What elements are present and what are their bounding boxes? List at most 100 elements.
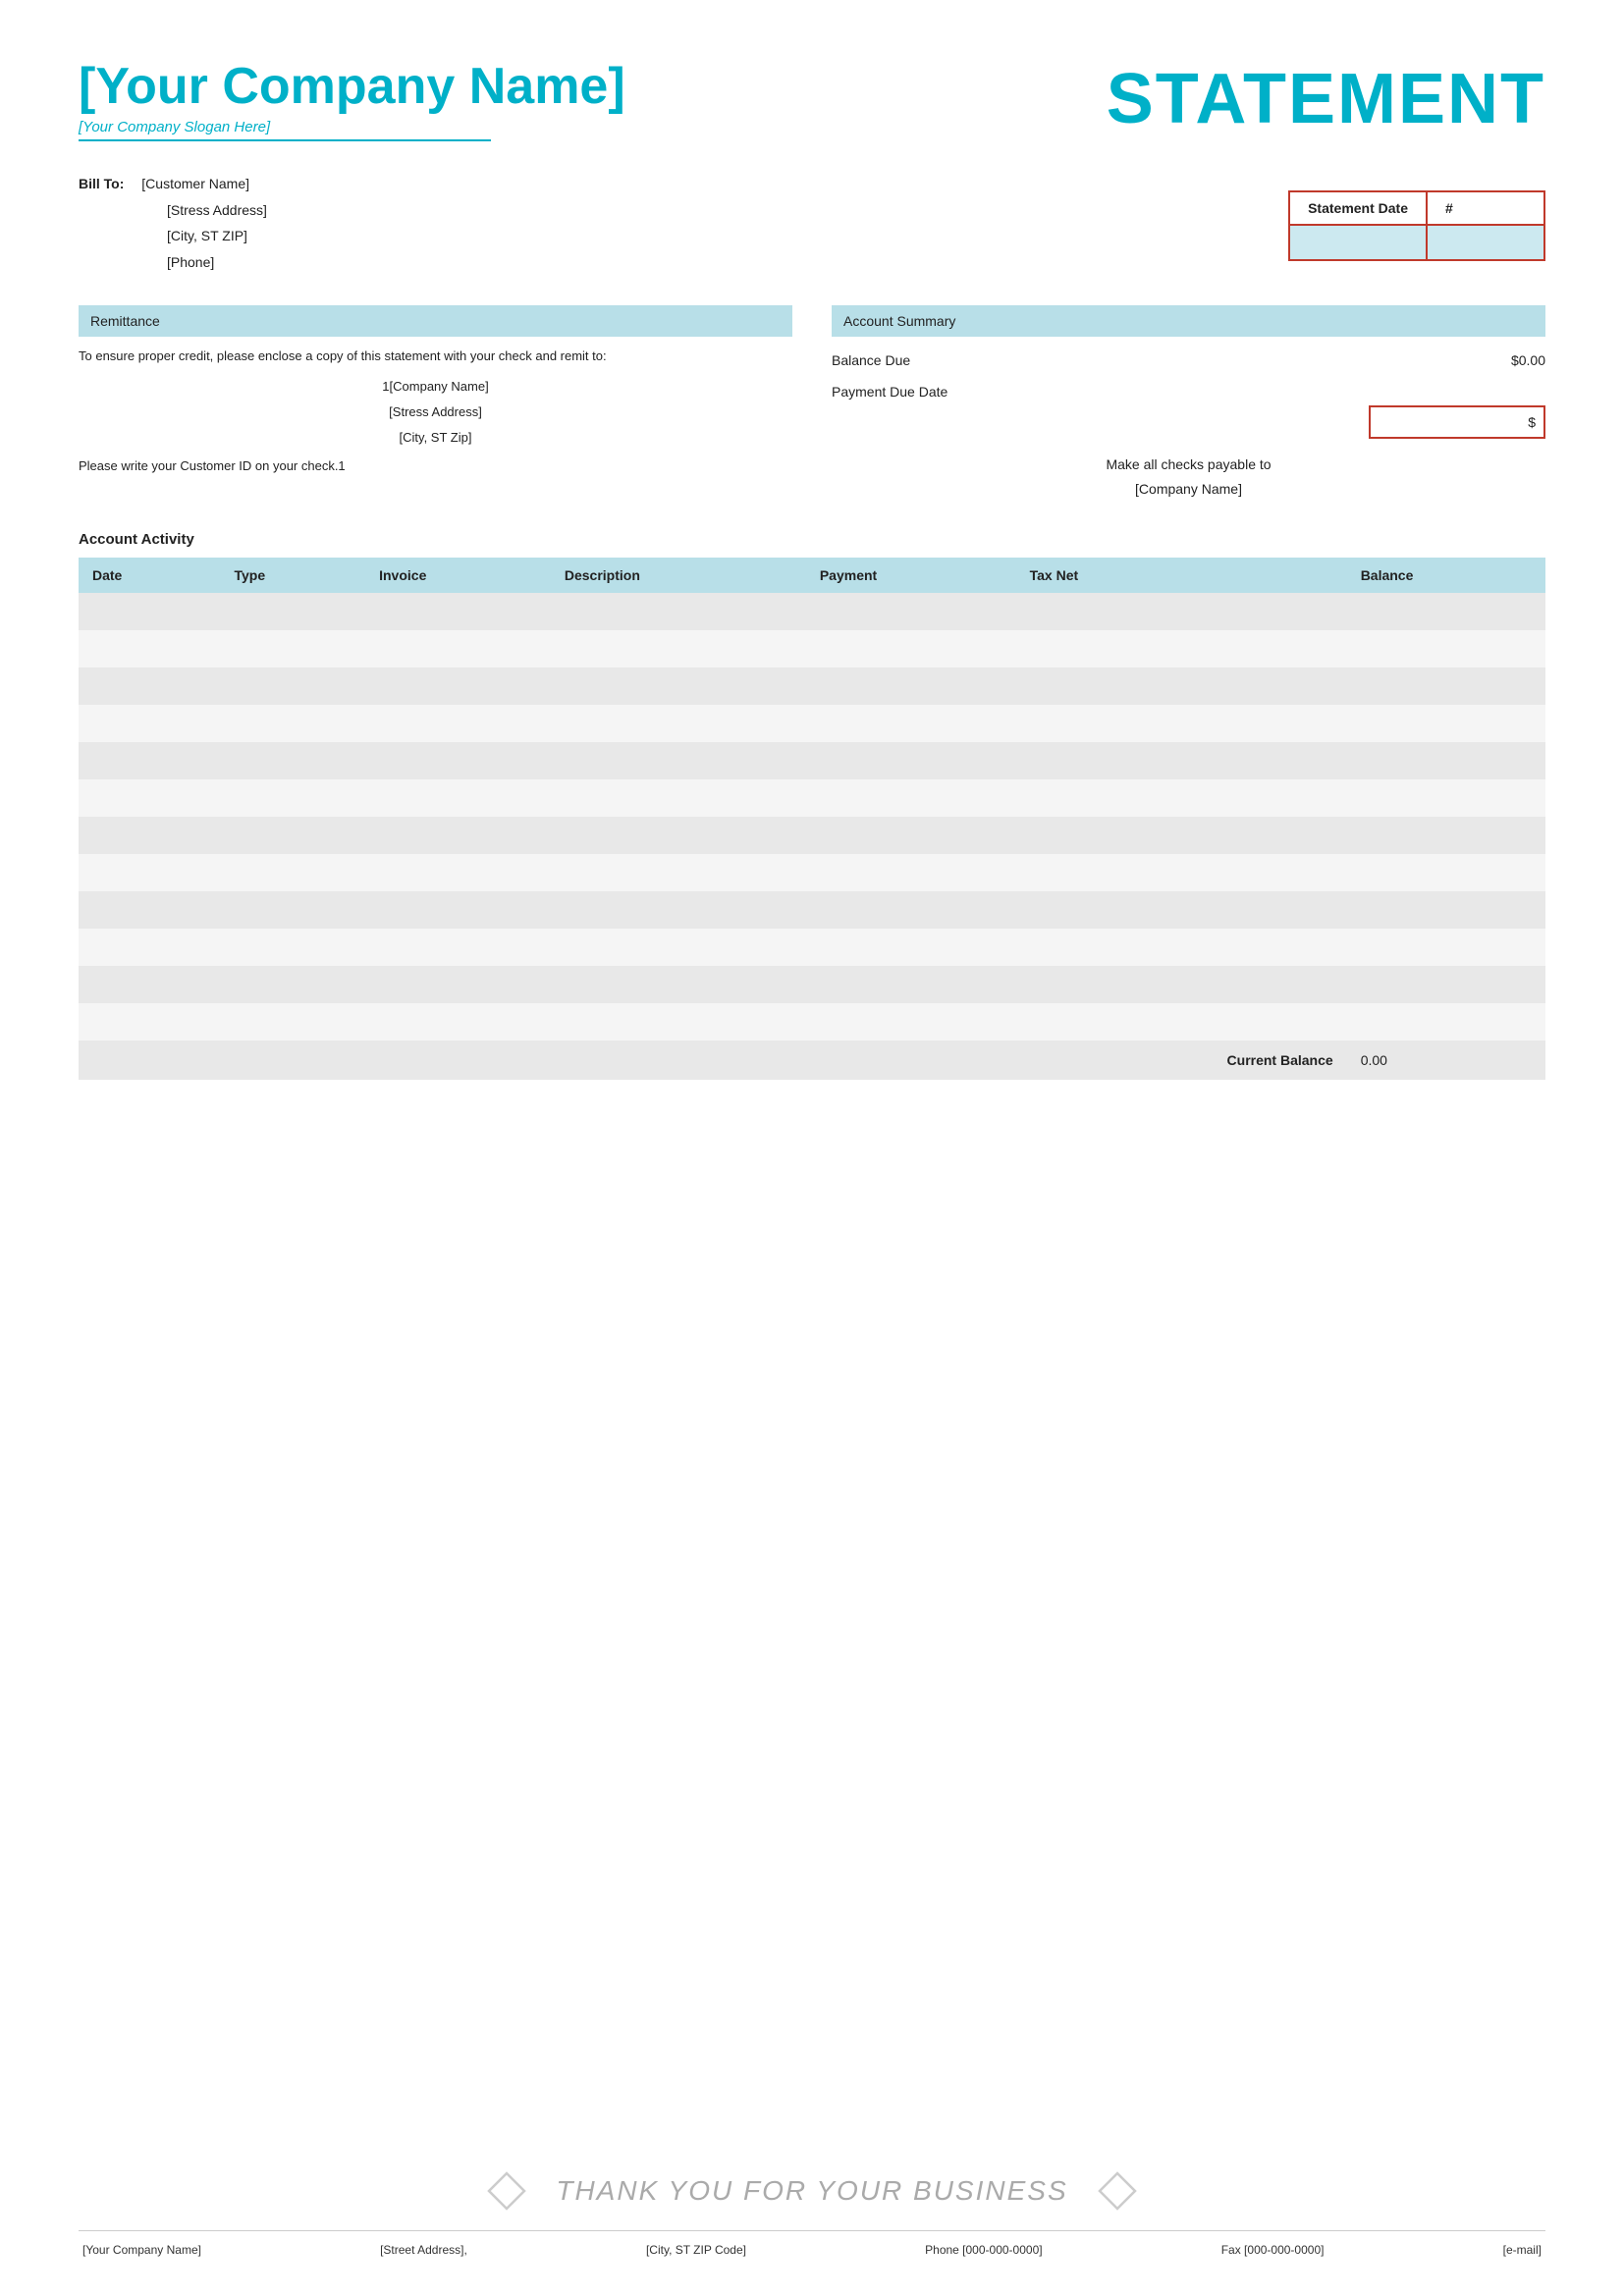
checks-payable: Make all checks payable to [Company Name… (832, 453, 1545, 502)
table-cell (1016, 779, 1347, 817)
statement-date-table: Statement Date # (1288, 190, 1545, 261)
table-row (79, 1003, 1545, 1041)
table-cell (1347, 667, 1545, 705)
table-cell (1347, 1003, 1545, 1041)
table-cell (1347, 817, 1545, 854)
col-description: Description (551, 558, 806, 593)
col-payment: Payment (806, 558, 1016, 593)
table-cell (1016, 742, 1347, 779)
remittance-header: Remittance (79, 305, 792, 337)
remittance-street: [Stress Address] (79, 400, 792, 425)
table-cell (551, 630, 806, 667)
current-balance-label: Current Balance (1016, 1041, 1347, 1080)
payment-due-dollar: $ (1528, 414, 1536, 430)
company-slogan: [Your Company Slogan Here] (79, 119, 491, 141)
statement-date-block: Statement Date # (1288, 171, 1545, 275)
company-block: [Your Company Name] [Your Company Slogan… (79, 59, 625, 141)
activity-header-row: Date Type Invoice Description Payment Ta… (79, 558, 1545, 593)
table-cell (551, 742, 806, 779)
table-cell (1016, 929, 1347, 966)
table-cell (1016, 667, 1347, 705)
remittance-note: Please write your Customer ID on your ch… (79, 458, 792, 473)
table-cell (1347, 779, 1545, 817)
table-cell (79, 891, 220, 929)
page: [Your Company Name] [Your Company Slogan… (0, 0, 1624, 2296)
table-cell (806, 817, 1016, 854)
table-cell (365, 929, 551, 966)
table-cell (79, 742, 220, 779)
remittance-address: 1[Company Name] [Stress Address] [City, … (79, 374, 792, 451)
activity-title: Account Activity (79, 531, 1545, 548)
table-cell (806, 929, 1016, 966)
table-cell (806, 742, 1016, 779)
table-cell (551, 854, 806, 891)
table-cell (1347, 742, 1545, 779)
table-cell (1016, 1003, 1347, 1041)
footer-street-address: [Street Address], (380, 2243, 467, 2257)
table-cell (365, 891, 551, 929)
activity-section: Account Activity Date Type Invoice Descr… (79, 531, 1545, 2112)
table-cell (551, 1003, 806, 1041)
diamond-right-icon (1098, 2171, 1137, 2211)
col-invoice: Invoice (365, 558, 551, 593)
current-balance-value: 0.00 (1347, 1041, 1545, 1080)
table-cell (806, 779, 1016, 817)
bill-to-phone: [Phone] (167, 249, 267, 276)
table-cell (220, 891, 365, 929)
table-row (79, 779, 1545, 817)
table-cell (1347, 630, 1545, 667)
table-cell (79, 630, 220, 667)
table-cell (1016, 966, 1347, 1003)
table-cell (806, 630, 1016, 667)
table-cell (79, 779, 220, 817)
table-cell (806, 667, 1016, 705)
table-cell (1347, 929, 1545, 966)
table-cell (365, 742, 551, 779)
table-cell (365, 817, 551, 854)
table-cell (79, 854, 220, 891)
table-cell (365, 630, 551, 667)
table-row (79, 667, 1545, 705)
table-cell (551, 817, 806, 854)
payment-due-input: $ (832, 405, 1545, 439)
table-cell (1347, 705, 1545, 742)
table-cell (365, 779, 551, 817)
table-row (79, 854, 1545, 891)
table-cell (220, 1003, 365, 1041)
table-row (79, 593, 1545, 630)
table-cell (220, 593, 365, 630)
remittance-instruction: To ensure proper credit, please enclose … (79, 347, 792, 367)
table-cell (1016, 891, 1347, 929)
table-cell (1347, 966, 1545, 1003)
table-row (79, 742, 1545, 779)
header: [Your Company Name] [Your Company Slogan… (79, 59, 1545, 141)
table-cell (220, 667, 365, 705)
table-cell (1347, 891, 1545, 929)
table-cell (79, 593, 220, 630)
table-cell (551, 667, 806, 705)
table-cell (1016, 817, 1347, 854)
account-summary-header: Account Summary (832, 305, 1545, 337)
bill-to-address: [Stress Address] (167, 197, 267, 224)
thank-you-section: THANK YOU FOR YOUR BUSINESS (79, 2171, 1545, 2211)
table-cell (1347, 854, 1545, 891)
col-date: Date (79, 558, 220, 593)
table-cell (806, 593, 1016, 630)
table-cell (220, 854, 365, 891)
statement-date-value (1289, 225, 1427, 260)
table-cell (79, 705, 220, 742)
footer-phone: Phone [000-000-0000] (925, 2243, 1042, 2257)
table-cell (806, 705, 1016, 742)
table-cell (220, 929, 365, 966)
table-cell (806, 966, 1016, 1003)
company-name: [Your Company Name] (79, 59, 625, 115)
footer-email: [e-mail] (1503, 2243, 1542, 2257)
table-cell (79, 667, 220, 705)
bill-to-line: Bill To: [Customer Name] (79, 171, 267, 197)
table-cell (365, 667, 551, 705)
mid-section: Remittance To ensure proper credit, plea… (79, 305, 1545, 502)
table-cell (551, 929, 806, 966)
payment-due-box: $ (1369, 405, 1545, 439)
footer: [Your Company Name] [Street Address], [C… (79, 2230, 1545, 2257)
table-cell (1016, 854, 1347, 891)
